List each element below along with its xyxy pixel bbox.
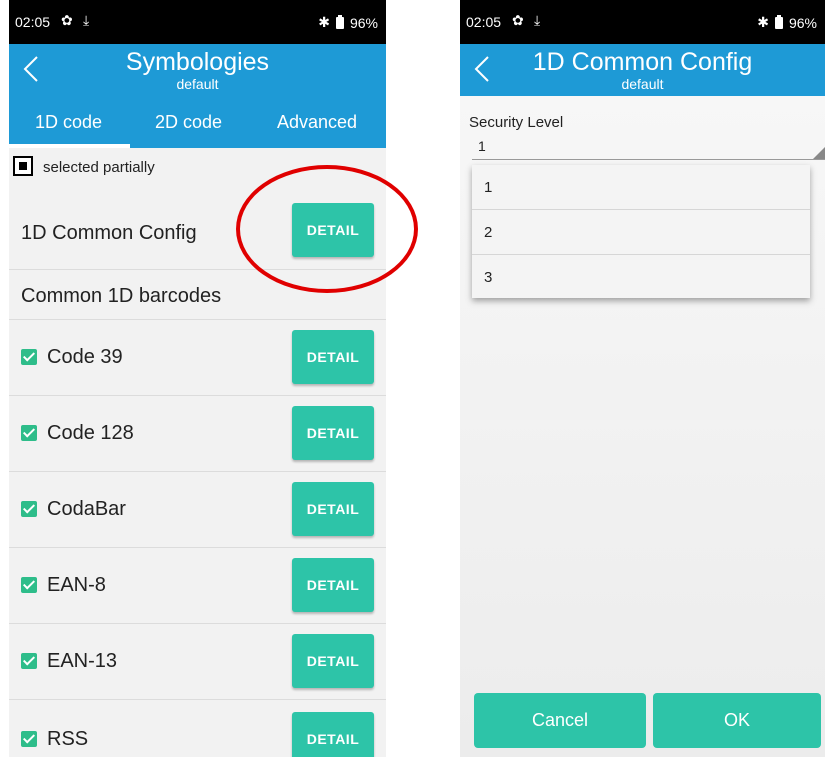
ean8-checkbox[interactable] xyxy=(21,577,37,593)
tab-bar: 1D code 2D code Advanced xyxy=(9,96,386,148)
bluetooth-icon: ✱ xyxy=(757,14,769,30)
page-subtitle: default xyxy=(176,76,219,92)
barcode-row-code39: Code 39 DETAIL xyxy=(9,320,386,396)
bluetooth-icon: ✱ xyxy=(318,14,330,30)
ean13-label: EAN-13 xyxy=(47,650,118,672)
download-icon: ⤓ xyxy=(83,12,90,28)
barcode-row-code128: Code 128 DETAIL xyxy=(9,396,386,472)
gear-icon: ✿ xyxy=(61,12,73,28)
security-level-dropdown: 1 2 3 xyxy=(472,165,810,298)
ean8-label: EAN-8 xyxy=(47,574,106,596)
rss-detail-button[interactable]: DETAIL xyxy=(292,712,374,757)
battery-percent: 96% xyxy=(349,14,378,31)
cancel-button[interactable]: Cancel xyxy=(474,693,646,748)
ean13-detail-button[interactable]: DETAIL xyxy=(292,634,374,688)
security-level-label: Security Level xyxy=(469,114,564,131)
code39-checkbox[interactable] xyxy=(21,349,37,365)
status-bar: 02:05 ✿ ⤓ ✱ 96% xyxy=(460,0,825,44)
dropdown-option[interactable]: 3 xyxy=(472,255,810,299)
common-config-screen: 02:05 ✿ ⤓ ✱ 96% 1D Common Config default… xyxy=(460,0,825,757)
status-time: 02:05 xyxy=(15,14,51,30)
dropdown-option[interactable]: 2 xyxy=(472,210,810,255)
partial-checkbox[interactable] xyxy=(13,156,33,176)
highlight-circle xyxy=(236,165,418,293)
page-title: Symbologies xyxy=(125,48,270,76)
security-level-value[interactable]: 1 xyxy=(478,138,486,154)
barcode-row-ean13: EAN-13 DETAIL xyxy=(9,624,386,700)
gear-icon: ✿ xyxy=(512,12,524,28)
code128-detail-button[interactable]: DETAIL xyxy=(292,406,374,460)
ean13-checkbox[interactable] xyxy=(21,653,37,669)
page-title: 1D Common Config xyxy=(532,48,753,76)
ok-button[interactable]: OK xyxy=(653,693,821,748)
symbologies-screen: 02:05 ✿ ⤓ ✱ 96% Symbologies default 1D c… xyxy=(9,0,386,757)
option-label: 3 xyxy=(484,269,493,286)
code39-detail-button[interactable]: DETAIL xyxy=(292,330,374,384)
page-subtitle: default xyxy=(621,76,664,92)
battery-icon xyxy=(335,14,344,29)
codabar-detail-button[interactable]: DETAIL xyxy=(292,482,374,536)
tab-2d-code[interactable]: 2D code xyxy=(155,112,222,133)
dropdown-option[interactable]: 1 xyxy=(472,165,810,210)
app-bar: Symbologies default xyxy=(9,44,386,96)
code39-label: Code 39 xyxy=(47,346,123,368)
rss-checkbox[interactable] xyxy=(21,731,37,747)
barcode-row-ean8: EAN-8 DETAIL xyxy=(9,548,386,624)
codabar-label: CodaBar xyxy=(47,498,126,520)
section-header-label: Common 1D barcodes xyxy=(21,285,222,307)
barcode-row-rss: RSS DETAIL xyxy=(9,700,386,757)
code128-checkbox[interactable] xyxy=(21,425,37,441)
partial-label: selected partially xyxy=(43,159,155,176)
spinner-underline xyxy=(472,159,825,160)
battery-percent: 96% xyxy=(788,14,817,31)
option-label: 1 xyxy=(484,179,493,196)
codabar-checkbox[interactable] xyxy=(21,501,37,517)
dropdown-triangle-icon[interactable] xyxy=(813,147,825,159)
tab-advanced[interactable]: Advanced xyxy=(277,112,357,133)
battery-icon xyxy=(774,14,783,29)
barcode-row-codabar: CodaBar DETAIL xyxy=(9,472,386,548)
app-bar: 1D Common Config default xyxy=(460,44,825,96)
status-time: 02:05 xyxy=(466,14,502,30)
option-label: 2 xyxy=(484,224,493,241)
code128-label: Code 128 xyxy=(47,422,134,444)
ean8-detail-button[interactable]: DETAIL xyxy=(292,558,374,612)
rss-label: RSS xyxy=(47,728,89,750)
status-bar: 02:05 ✿ ⤓ ✱ 96% xyxy=(9,0,386,44)
common-config-label: 1D Common Config xyxy=(21,222,197,244)
download-icon: ⤓ xyxy=(534,12,541,28)
tab-1d-code[interactable]: 1D code xyxy=(35,112,102,133)
